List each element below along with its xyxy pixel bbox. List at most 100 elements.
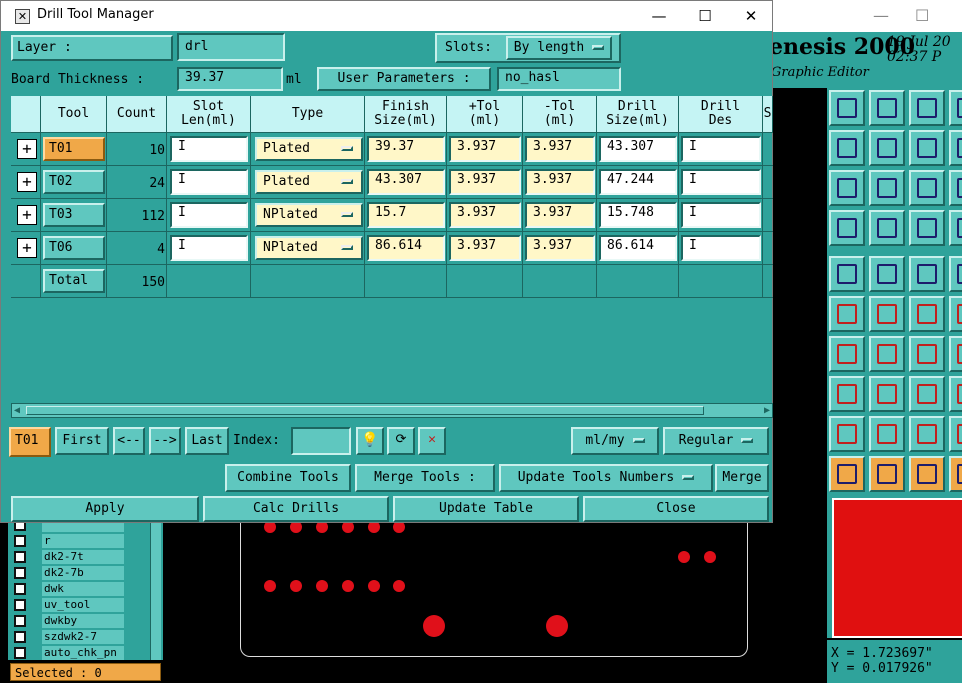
bg-minimize-icon[interactable]: — [873,6,889,25]
ptol-input[interactable]: 3.937 [449,136,521,162]
slots-dropdown[interactable]: Slots: By length [435,33,621,63]
tool-button[interactable]: T06 [43,236,105,260]
minimize-button[interactable]: — [639,4,679,28]
tool-16-icon[interactable] [949,210,962,246]
tool-25-icon[interactable] [829,336,865,372]
layer-list-item[interactable]: dwkby [14,613,154,628]
tool-20-icon[interactable] [949,256,962,292]
finish-input[interactable]: 39.37 [367,136,445,162]
tool-13-icon[interactable] [829,210,865,246]
layer-list-item[interactable]: dk2-7t [14,549,154,564]
tool-34-icon[interactable] [869,416,905,452]
slot-length-input[interactable]: I [170,235,248,261]
tool-23-icon[interactable] [909,296,945,332]
tool-9-icon[interactable] [829,170,865,206]
drill-des-input[interactable]: I [681,136,761,162]
tool-4-icon[interactable] [949,90,962,126]
slot-length-input[interactable]: I [170,136,248,162]
type-dropdown[interactable]: NPlated [255,236,363,260]
tool-33-icon[interactable] [829,416,865,452]
tool-2-icon[interactable] [869,90,905,126]
tool-32-icon[interactable] [949,376,962,412]
units-dropdown[interactable]: ml/my [571,427,659,455]
drill-input[interactable]: 86.614 [599,235,677,261]
maximize-button[interactable]: ☐ [685,4,725,28]
expand-row-icon[interactable]: + [17,238,37,258]
next-button[interactable]: --> [149,427,181,455]
type-dropdown[interactable]: Plated [255,170,363,194]
slot-length-input[interactable]: I [170,169,248,195]
drill-des-input[interactable]: I [681,202,761,228]
layer-checkbox[interactable] [14,646,26,659]
merge-mode-dropdown[interactable]: Update Tools Numbers [499,464,713,492]
tool-6-icon[interactable] [869,130,905,166]
ruler-icon[interactable] [909,256,945,292]
tool-24-icon[interactable] [949,296,962,332]
tool-26-icon[interactable] [869,336,905,372]
close-window-button[interactable]: ✕ [731,4,771,28]
tool-30-icon[interactable] [869,376,905,412]
ntol-input[interactable]: 3.937 [525,169,595,195]
tool-36-icon[interactable] [949,416,962,452]
tool-27-icon[interactable] [909,336,945,372]
first-button[interactable]: First [55,427,109,455]
ntol-input[interactable]: 3.937 [525,235,595,261]
slot-length-input[interactable]: I [170,202,248,228]
reload-icon[interactable]: ⟳ [387,427,415,455]
tool-1-icon[interactable] [829,90,865,126]
layer-input[interactable]: drl [177,33,285,61]
type-dropdown[interactable]: Plated [255,137,363,161]
lightbulb-icon[interactable]: 💡 [356,427,384,455]
layer-checkbox[interactable] [14,566,26,579]
layer-list-item[interactable]: szdwk2-7 [14,629,154,644]
user-parameters-input[interactable]: no_hasl [497,67,621,91]
layer-list-item[interactable]: auto_chk_pn [14,645,154,660]
tool-12-icon[interactable] [949,170,962,206]
home-icon[interactable] [909,90,945,126]
finish-input[interactable]: 15.7 [367,202,445,228]
expand-row-icon[interactable]: + [17,139,37,159]
scale-icon[interactable] [909,170,945,206]
ntol-input[interactable]: 3.937 [525,202,595,228]
prev-button[interactable]: <-- [113,427,145,455]
apply-button[interactable]: Apply [11,496,199,522]
tool-7-icon[interactable] [909,130,945,166]
tool-button[interactable]: T03 [43,203,105,227]
tool-21-icon[interactable] [829,296,865,332]
layer-checkbox[interactable] [14,598,26,611]
last-button[interactable]: Last [185,427,229,455]
calc-drills-button[interactable]: Calc Drills [203,496,389,522]
ptol-input[interactable]: 3.937 [449,202,521,228]
table-horizontal-scrollbar[interactable]: ◀ ▶ [11,403,773,418]
scroll-right-icon[interactable]: ▶ [764,404,770,417]
layer-list-item[interactable]: dwk [14,581,154,596]
tool-28-icon[interactable] [949,336,962,372]
drill-des-input[interactable]: I [681,235,761,261]
layer-checkbox[interactable] [14,550,26,563]
finish-input[interactable]: 43.307 [367,169,445,195]
drill-input[interactable]: 15.748 [599,202,677,228]
layer-checkbox[interactable] [14,614,26,627]
update-table-button[interactable]: Update Table [393,496,579,522]
board-thickness-input[interactable]: 39.37 [177,67,283,91]
index-input[interactable] [291,427,351,455]
layer-list-item[interactable]: uv_tool [14,597,154,612]
layer-checkbox[interactable] [14,582,26,595]
tool-17-icon[interactable] [829,256,865,292]
ptol-input[interactable]: 3.937 [449,235,521,261]
delete-icon[interactable]: ✕ [418,427,446,455]
tool-31-icon[interactable] [909,376,945,412]
arrow-circle-icon[interactable] [909,456,945,492]
grid-icon[interactable] [869,210,905,246]
ntol-input[interactable]: 3.937 [525,136,595,162]
drill-input[interactable]: 43.307 [599,136,677,162]
ptol-input[interactable]: 3.937 [449,169,521,195]
arrow-icon[interactable] [829,456,865,492]
type-dropdown[interactable]: NPlated [255,203,363,227]
combine-tools-button[interactable]: Combine Tools [225,464,351,492]
user-parameters-button[interactable]: User Parameters : [317,67,491,91]
close-button[interactable]: Close [583,496,769,522]
tool-40-icon[interactable] [949,456,962,492]
layer-checkbox[interactable] [14,534,26,547]
drill-input[interactable]: 47.244 [599,169,677,195]
